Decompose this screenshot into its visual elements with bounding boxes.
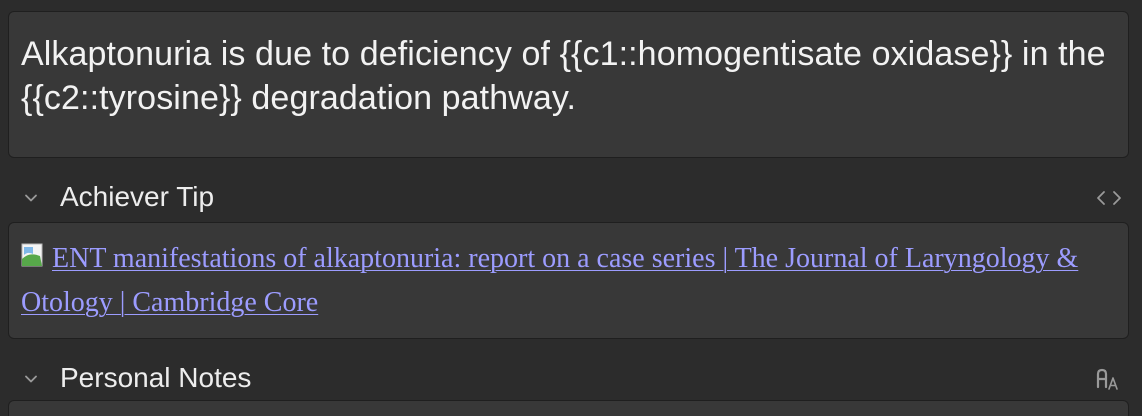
achiever-tip-editor[interactable]: ENT manifestations of alkaptonuria: repo… [8,222,1129,339]
text-field-editor[interactable]: Alkaptonuria is due to deficiency of {{c… [8,11,1129,158]
article-link[interactable]: ENT manifestations of alkaptonuria: repo… [21,243,1078,318]
chevron-down-icon[interactable] [22,370,40,388]
rich-text-format-icon[interactable] [1094,366,1124,392]
personal-notes-label: Personal Notes [60,362,252,393]
code-brackets-icon[interactable] [1094,185,1124,211]
broken-image-icon [21,239,55,267]
personal-notes-editor[interactable] [8,400,1129,416]
text-field-content[interactable]: Alkaptonuria is due to deficiency of {{c… [21,32,1116,120]
achiever-tip-content[interactable]: ENT manifestations of alkaptonuria: repo… [21,237,1116,325]
personal-notes-header[interactable]: Personal Notes [0,358,1142,398]
achiever-tip-header[interactable]: Achiever Tip [0,177,1142,217]
note-editor: Alkaptonuria is due to deficiency of {{c… [0,0,1142,416]
chevron-down-icon[interactable] [22,189,40,207]
achiever-tip-label: Achiever Tip [60,181,215,212]
